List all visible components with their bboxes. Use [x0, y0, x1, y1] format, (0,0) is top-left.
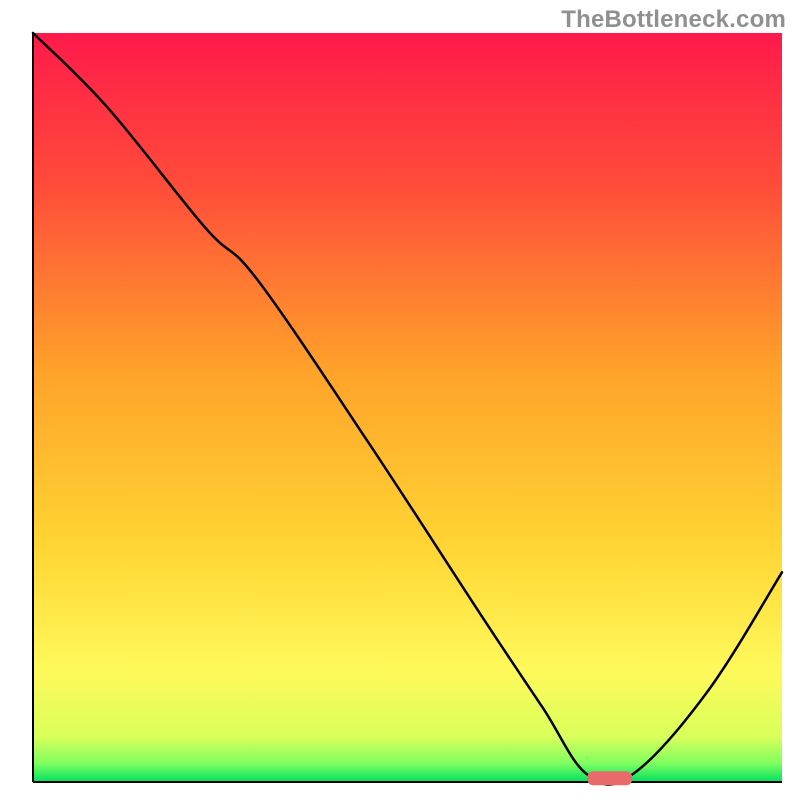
plot-background [33, 33, 782, 782]
watermark-text: TheBottleneck.com [561, 6, 786, 34]
chart-canvas [0, 0, 800, 800]
chart-container: TheBottleneck.com [0, 0, 800, 800]
